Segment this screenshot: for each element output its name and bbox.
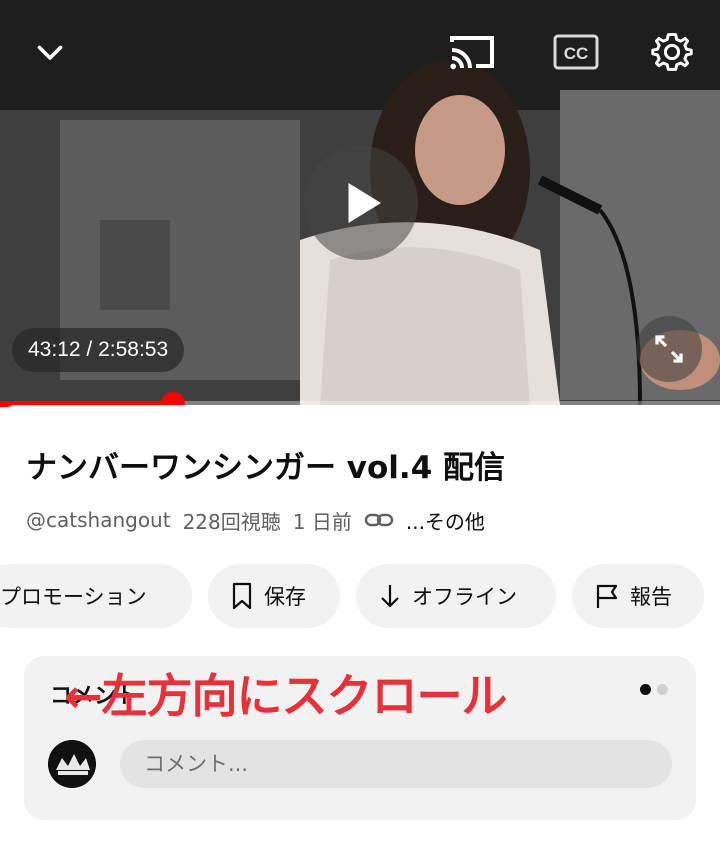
settings-button[interactable]	[648, 28, 696, 76]
action-bar: プロモーション 保存 オフライン 報告	[0, 564, 720, 628]
page-indicator	[640, 684, 668, 695]
page-dot	[640, 684, 651, 695]
time-display: 43:12 / 2:58:53	[12, 328, 185, 372]
time-separator: /	[80, 338, 99, 361]
save-label: 保存	[264, 585, 306, 609]
captions-button[interactable]: CC	[552, 32, 600, 72]
play-button[interactable]	[304, 146, 418, 260]
offline-label: オフライン	[412, 585, 517, 609]
video-title[interactable]: ナンバーワンシンガー vol.4 配信	[26, 442, 505, 487]
download-icon	[381, 585, 399, 608]
fullscreen-button[interactable]	[636, 316, 702, 382]
avatar[interactable]	[48, 740, 96, 788]
video-player[interactable]: CC 43:12 / 2:58:53	[0, 0, 720, 405]
flag-icon	[596, 584, 618, 608]
avatar-logo-icon	[48, 740, 96, 788]
play-icon	[348, 183, 381, 223]
report-button[interactable]: 報告	[572, 564, 704, 628]
promotion-label: プロモーション	[0, 585, 147, 609]
scroll-hint-annotation: ←左方向にスクロール	[64, 669, 508, 723]
page-dot	[657, 684, 668, 695]
svg-text:CC: CC	[564, 44, 589, 63]
offline-button[interactable]: オフライン	[356, 564, 556, 628]
report-label: 報告	[630, 585, 672, 609]
video-meta[interactable]: @catshangout 228回視聴 1 日前 ...その他	[26, 504, 485, 536]
view-count: 228回視聴	[182, 509, 281, 534]
link-icon	[364, 513, 394, 527]
chevron-down-icon	[37, 45, 63, 60]
comment-input[interactable]	[120, 740, 672, 788]
save-button[interactable]: 保存	[208, 564, 340, 628]
cast-icon	[450, 36, 494, 70]
current-time: 43:12	[28, 338, 81, 361]
channel-handle[interactable]: @catshangout	[26, 508, 171, 532]
cast-button[interactable]	[448, 30, 496, 74]
duration: 2:58:53	[98, 338, 169, 361]
closed-captions-icon: CC	[553, 34, 599, 70]
fullscreen-icon	[655, 335, 683, 363]
upload-age: 1 日前	[292, 509, 352, 534]
gear-icon	[651, 33, 693, 71]
more-link[interactable]: ...その他	[406, 506, 485, 535]
collapse-button[interactable]	[28, 30, 72, 74]
promotion-button[interactable]: プロモーション	[0, 564, 192, 628]
bookmark-icon	[232, 582, 252, 610]
